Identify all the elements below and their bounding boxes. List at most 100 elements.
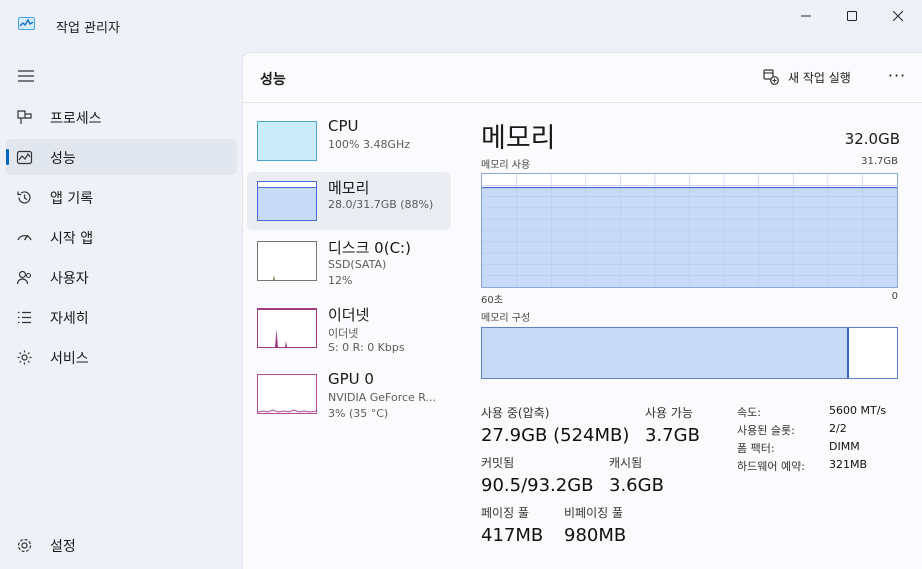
settings-label: 설정 xyxy=(50,539,76,555)
paged-pool-value: 417MB xyxy=(481,525,544,546)
details-icon xyxy=(18,311,31,324)
run-new-task-button[interactable]: 새 작업 실행 xyxy=(763,66,863,90)
resource-detail: 이더넷 xyxy=(328,327,359,340)
nav-item-processes[interactable]: 프로세스 xyxy=(6,99,237,135)
users-icon xyxy=(16,270,32,285)
resource-name: 이더넷 xyxy=(328,306,370,324)
resource-name: CPU xyxy=(328,117,359,135)
nav-item-performance[interactable]: 성능 xyxy=(6,139,237,175)
disk-activity-spark xyxy=(273,275,275,280)
nav-item-label: 시작 앱 xyxy=(50,231,94,247)
title-bar: 작업 관리자 xyxy=(0,0,922,48)
resource-name: GPU 0 xyxy=(328,370,374,388)
resource-ethernet[interactable]: 이더넷 이더넷 S: 0 R: 0 Kbps xyxy=(247,299,451,357)
services-icon xyxy=(17,350,32,365)
maximize-icon xyxy=(847,11,857,21)
slots-used-value: 2/2 xyxy=(829,422,847,435)
resource-detail: S: 0 R: 0 Kbps xyxy=(328,341,405,354)
nav-item-app-history[interactable]: 앱 기록 xyxy=(6,179,237,215)
task-manager-icon xyxy=(18,17,35,30)
resource-name: 디스크 0(C:) xyxy=(328,239,411,257)
detail-title: 메모리 xyxy=(481,123,556,154)
memory-usage-graph xyxy=(481,173,898,288)
resource-detail: NVIDIA GeForce R... xyxy=(328,391,437,404)
performance-panel: 성능 새 작업 실행 ··· CPU 100% 3.48GHz 메모리 28.0… xyxy=(242,52,922,569)
hardware-reserved-value: 321MB xyxy=(829,458,868,471)
committed-label: 커밋됨 xyxy=(481,456,515,470)
cached-value: 3.6GB xyxy=(609,475,664,496)
nav-item-label: 자세히 xyxy=(50,311,89,327)
resource-memory[interactable]: 메모리 28.0/31.7GB (88%) xyxy=(247,172,451,230)
resource-detail: 100% 3.48GHz xyxy=(328,138,411,151)
resource-gpu[interactable]: GPU 0 NVIDIA GeForce R... 3% (35 °C) xyxy=(247,365,451,423)
nav-item-label: 앱 기록 xyxy=(50,191,94,207)
nav-item-label: 사용자 xyxy=(50,271,89,287)
nav-item-services[interactable]: 서비스 xyxy=(6,339,237,375)
memory-composition-label: 메모리 구성 xyxy=(481,313,531,324)
memory-thumbnail-fill xyxy=(258,186,316,220)
resource-cpu[interactable]: CPU 100% 3.48GHz xyxy=(247,112,451,170)
resource-detail: 3% (35 °C) xyxy=(328,407,389,420)
ethernet-thumbnail-graph xyxy=(257,308,317,348)
committed-value: 90.5/93.2GB xyxy=(481,475,594,496)
resource-disk[interactable]: 디스크 0(C:) SSD(SATA) 12% xyxy=(247,232,451,290)
graph-axis-right: 0 xyxy=(891,291,898,302)
memory-usage-label: 메모리 사용 xyxy=(481,160,531,171)
gpu-thumbnail-graph xyxy=(257,374,317,414)
minimize-button[interactable] xyxy=(783,0,829,32)
processes-icon xyxy=(17,110,32,124)
hardware-reserved-label: 하드웨어 예약: xyxy=(737,460,805,473)
performance-icon xyxy=(16,150,33,165)
window-title: 작업 관리자 xyxy=(56,21,120,36)
slots-used-label: 사용된 슬롯: xyxy=(737,424,795,437)
nav-item-startup-apps[interactable]: 시작 앱 xyxy=(6,219,237,255)
close-button[interactable] xyxy=(875,0,921,32)
resource-detail: SSD(SATA) xyxy=(328,258,387,271)
in-use-value: 27.9GB (524MB) xyxy=(481,425,630,446)
available-value: 3.7GB xyxy=(645,425,700,446)
maximize-button[interactable] xyxy=(829,0,875,32)
run-new-task-label: 새 작업 실행 xyxy=(788,71,851,85)
new-task-icon xyxy=(763,69,779,85)
resource-detail: 28.0/31.7GB (88%) xyxy=(328,198,434,211)
graph-axis-left: 60초 xyxy=(481,295,503,306)
form-factor-value: DIMM xyxy=(829,440,860,453)
total-memory: 32.0GB xyxy=(844,130,900,148)
available-label: 사용 가능 xyxy=(645,406,693,420)
nonpaged-pool-value: 980MB xyxy=(564,525,627,546)
navigation-pane: 프로세스 성능 앱 기록 시작 앱 사용자 자세히 서비스 설정 xyxy=(0,48,242,569)
speed-value: 5600 MT/s xyxy=(829,404,887,417)
disk-thumbnail-graph xyxy=(257,241,317,281)
settings-gear-icon xyxy=(17,538,32,553)
nav-item-label: 서비스 xyxy=(50,351,89,367)
memory-usage-max: 31.7GB xyxy=(861,156,898,167)
paged-pool-label: 페이징 풀 xyxy=(481,506,529,520)
memory-in-use-segment xyxy=(482,328,849,378)
resource-detail: 12% xyxy=(328,274,353,287)
more-options-button[interactable]: ··· xyxy=(883,65,911,91)
close-icon xyxy=(893,11,903,21)
nav-item-details[interactable]: 자세히 xyxy=(6,299,237,335)
in-use-label: 사용 중(압축) xyxy=(481,406,550,420)
gpu-activity-spark xyxy=(257,409,317,413)
memory-composition-bar xyxy=(481,327,898,379)
active-indicator xyxy=(6,149,9,165)
speed-label: 속도: xyxy=(737,406,761,419)
history-icon xyxy=(17,191,31,204)
nav-item-users[interactable]: 사용자 xyxy=(6,259,237,295)
startup-icon xyxy=(17,234,32,241)
nav-item-settings[interactable]: 설정 xyxy=(6,527,237,563)
memory-usage-chart xyxy=(482,174,897,287)
panel-header: 성능 새 작업 실행 ··· xyxy=(243,53,922,103)
nav-item-label: 성능 xyxy=(50,151,76,167)
minimize-icon xyxy=(801,15,811,17)
memory-thumbnail-graph xyxy=(257,181,317,221)
nonpaged-pool-label: 비페이징 풀 xyxy=(564,506,624,520)
form-factor-label: 폼 팩터: xyxy=(737,442,775,455)
cpu-thumbnail-graph xyxy=(257,121,317,161)
nav-item-label: 프로세스 xyxy=(50,111,102,127)
ethernet-activity-spark xyxy=(258,309,316,347)
page-title: 성능 xyxy=(260,72,286,88)
cached-label: 캐시됨 xyxy=(609,456,643,470)
hamburger-menu-icon[interactable] xyxy=(18,70,34,82)
